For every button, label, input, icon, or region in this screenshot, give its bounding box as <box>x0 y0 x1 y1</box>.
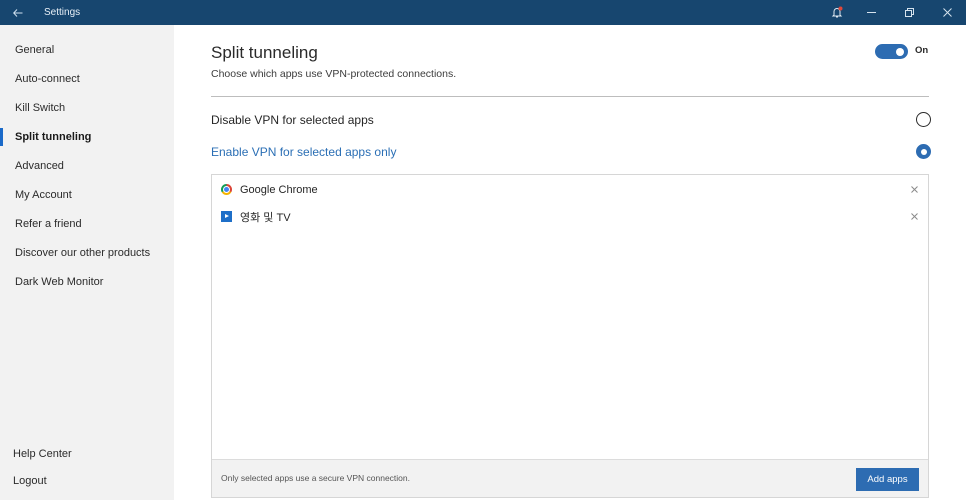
add-apps-button[interactable]: Add apps <box>856 468 919 491</box>
radio-disable-vpn[interactable] <box>916 112 931 127</box>
restore-icon <box>904 8 914 17</box>
split-tunneling-toggle[interactable] <box>875 44 908 59</box>
logout-link[interactable]: Logout <box>0 470 174 492</box>
option-disable-vpn[interactable]: Disable VPN for selected apps <box>211 109 931 131</box>
remove-app-button[interactable] <box>908 182 920 196</box>
window-title: Settings <box>44 7 81 18</box>
sidebar-item-discover-products[interactable]: Discover our other products <box>0 241 174 265</box>
help-center-link[interactable]: Help Center <box>0 443 174 465</box>
page-subtitle: Choose which apps use VPN-protected conn… <box>211 68 457 80</box>
sidebar-item-label: Advanced <box>15 160 64 172</box>
option-label: Disable VPN for selected apps <box>211 113 374 127</box>
apps-panel-footer: Only selected apps use a secure VPN conn… <box>212 459 928 497</box>
sidebar-item-label: Auto-connect <box>15 73 80 85</box>
minimize-icon <box>866 12 876 13</box>
footer-note: Only selected apps use a secure VPN conn… <box>221 473 410 483</box>
close-window-button[interactable] <box>928 0 966 25</box>
active-indicator <box>0 128 3 146</box>
arrow-left-icon <box>13 8 23 17</box>
sidebar-item-split-tunneling[interactable]: Split tunneling <box>0 125 174 149</box>
sidebar-item-label: Split tunneling <box>15 131 92 143</box>
option-enable-vpn-only[interactable]: Enable VPN for selected apps only <box>211 141 931 163</box>
sidebar-item-dark-web-monitor[interactable]: Dark Web Monitor <box>0 270 174 294</box>
sidebar-item-label: General <box>15 44 55 56</box>
remove-app-button[interactable] <box>908 209 920 223</box>
minimize-button[interactable] <box>852 0 890 25</box>
divider <box>211 96 929 97</box>
close-icon <box>910 185 918 193</box>
apps-list-panel: Google Chrome 영화 및 TV Only selected apps… <box>211 174 929 498</box>
sidebar-item-label: Discover our other products <box>15 247 151 259</box>
sidebar-item-kill-switch[interactable]: Kill Switch <box>0 96 174 120</box>
page-title: Split tunneling <box>211 43 318 62</box>
option-label: Enable VPN for selected apps only <box>211 145 397 159</box>
sidebar-item-general[interactable]: General <box>0 38 174 62</box>
sidebar-item-advanced[interactable]: Advanced <box>0 154 174 178</box>
radio-enable-vpn-only[interactable] <box>916 144 931 159</box>
movies-tv-icon <box>221 211 232 222</box>
sidebar-item-refer-a-friend[interactable]: Refer a friend <box>0 212 174 236</box>
logout-label: Logout <box>13 475 47 487</box>
app-name: 영화 및 TV <box>240 211 291 224</box>
close-icon <box>942 8 952 17</box>
notifications-button[interactable] <box>822 0 852 25</box>
sidebar: General Auto-connect Kill Switch Split t… <box>0 25 174 500</box>
restore-button[interactable] <box>890 0 928 25</box>
sidebar-item-auto-connect[interactable]: Auto-connect <box>0 67 174 91</box>
back-button[interactable] <box>0 0 36 25</box>
sidebar-item-label: Dark Web Monitor <box>15 276 104 288</box>
sidebar-item-label: My Account <box>15 189 72 201</box>
toggle-state-label: On <box>915 45 929 56</box>
bell-icon <box>831 6 843 18</box>
sidebar-item-label: Kill Switch <box>15 102 66 114</box>
chrome-icon <box>221 184 232 195</box>
sidebar-item-my-account[interactable]: My Account <box>0 183 174 207</box>
title-bar: Settings <box>0 0 966 25</box>
app-row-google-chrome: Google Chrome <box>212 176 928 203</box>
app-row-movies-tv: 영화 및 TV <box>212 203 928 230</box>
main-panel: Split tunneling Choose which apps use VP… <box>174 25 966 500</box>
close-icon <box>910 212 918 220</box>
sidebar-item-label: Refer a friend <box>15 218 82 230</box>
app-name: Google Chrome <box>240 183 318 196</box>
toggle-knob <box>896 47 904 56</box>
help-center-label: Help Center <box>13 448 72 460</box>
